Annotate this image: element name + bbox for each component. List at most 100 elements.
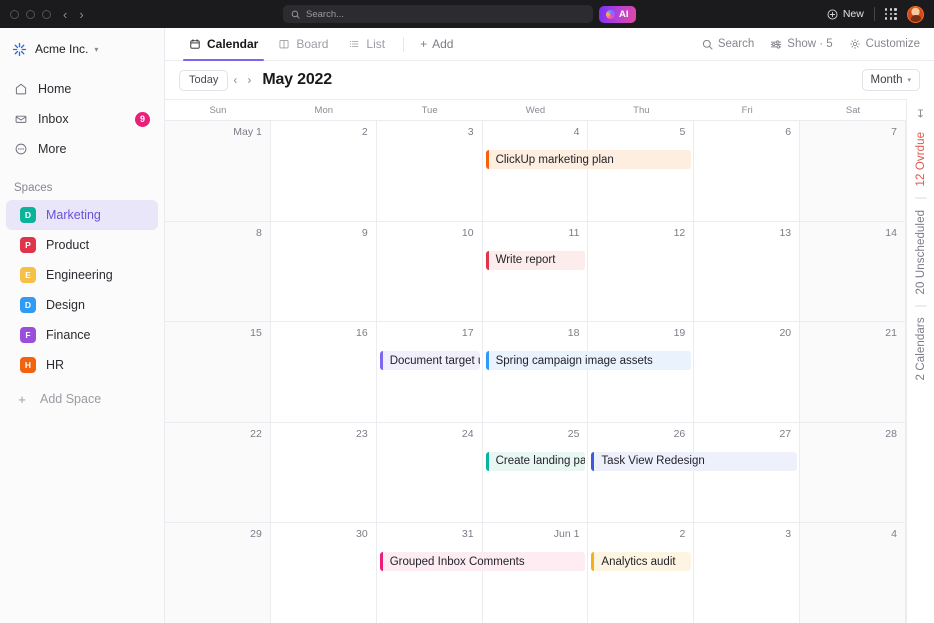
day-number: 30 [356, 528, 368, 541]
dow-label: Thu [633, 104, 650, 116]
calendar-event[interactable]: Create landing page [485, 451, 586, 471]
global-search-input[interactable]: Search... [283, 5, 593, 23]
window-close-button[interactable] [10, 9, 19, 19]
calendar-day-cell[interactable]: 3 [377, 121, 483, 221]
calendar-day-cell[interactable]: 24 [377, 422, 483, 523]
calendar-day-cell[interactable]: 11 [483, 221, 589, 322]
global-search-placeholder: Search... [306, 8, 345, 20]
calendar-day-cell[interactable]: 20 [694, 322, 801, 422]
window-maximize-button[interactable] [42, 9, 51, 19]
calendar-day-cell[interactable]: 5 [588, 121, 695, 221]
calendar-day-cell[interactable]: 29 [165, 523, 271, 623]
next-month-button[interactable]: › [242, 73, 256, 87]
sidebar-item-inbox[interactable]: Inbox 9 [0, 104, 164, 134]
forward-icon[interactable]: › [79, 7, 83, 22]
dow-label: Sun [209, 104, 227, 116]
new-button-label: New [842, 8, 864, 20]
calendar-event[interactable]: Document target users [379, 351, 480, 371]
event-title: Task View Redesign [601, 455, 705, 468]
sidebar-item-home[interactable]: Home [0, 74, 164, 104]
space-label: Finance [46, 328, 91, 342]
tab-list[interactable]: List [338, 28, 395, 61]
window-controls[interactable] [10, 9, 51, 19]
tab-label: List [366, 37, 386, 51]
collapse-panel-icon[interactable]: ↦ [914, 109, 927, 118]
calendar-event[interactable]: Analytics audit [591, 552, 692, 572]
calendar-event[interactable]: Task View Redesign [591, 451, 798, 471]
calendar-event[interactable]: Write report [485, 250, 586, 270]
calendar-day-cell[interactable]: 3 [694, 523, 801, 623]
calendar-day-cell[interactable]: 23 [271, 422, 377, 523]
calendar-day-cell[interactable]: 26 [588, 422, 695, 523]
calendar-day-cell[interactable]: 6 [694, 121, 801, 221]
apps-grid-icon[interactable] [884, 7, 897, 21]
view-mode-select[interactable]: Month ▾ [861, 69, 920, 91]
calendar-day-cell[interactable]: 22 [165, 422, 271, 523]
show-filters-button[interactable]: Show · 5 [770, 38, 833, 50]
calendar-event[interactable]: ClickUp marketing plan [485, 150, 692, 169]
sidebar-space-design[interactable]: D Design [6, 290, 158, 320]
calendar-day-cell[interactable]: 15 [165, 322, 271, 422]
add-space-button[interactable]: + Add Space [0, 384, 164, 414]
calendar-day-cell[interactable]: 25 [483, 422, 589, 523]
calendar-day-cell[interactable]: Jun 1 [483, 523, 589, 623]
view-mode-label: Month [870, 74, 903, 86]
calendar-day-cell[interactable]: 30 [271, 523, 377, 623]
sidebar-space-marketing[interactable]: D Marketing [6, 200, 158, 230]
calendar-day-cell[interactable]: 16 [271, 322, 377, 422]
rail-calendars-count[interactable]: 2 Calendars [915, 317, 927, 380]
calendar-day-cell[interactable]: 7 [800, 121, 906, 221]
rail-unscheduled-count[interactable]: 20 Unscheduled [915, 210, 927, 295]
calendar-day-cell[interactable]: 28 [800, 422, 906, 523]
sidebar-space-engineering[interactable]: E Engineering [6, 260, 158, 290]
calendar-day-cell[interactable]: 4 [483, 121, 589, 221]
add-view-button[interactable]: + Add [412, 37, 461, 51]
new-button[interactable]: New [827, 8, 864, 20]
customize-button[interactable]: Customize [849, 38, 920, 50]
calendar-day-cell[interactable]: 4 [800, 523, 906, 623]
calendar-day-cell[interactable]: 31 [377, 523, 483, 623]
calendar-day-cell[interactable]: May 1 [165, 121, 271, 221]
day-number: 23 [356, 427, 368, 440]
chevron-down-icon[interactable]: ▾ [94, 45, 98, 54]
window-minimize-button[interactable] [26, 9, 35, 19]
user-avatar[interactable] [907, 5, 924, 23]
space-avatar: E [20, 267, 36, 283]
calendar-day-cell[interactable]: 2 [588, 523, 695, 623]
calendar-day-cell[interactable]: 19 [588, 322, 695, 422]
calendar-day-cell[interactable]: 8 [165, 221, 271, 322]
sidebar-item-more[interactable]: More [0, 134, 164, 164]
event-title: Document target users [389, 354, 480, 367]
sidebar-space-product[interactable]: P Product [6, 230, 158, 260]
day-number: 12 [673, 226, 686, 239]
tab-board[interactable]: Board [268, 28, 338, 61]
prev-month-button[interactable]: ‹ [228, 73, 242, 87]
calendar-day-cell[interactable]: 2 [271, 121, 377, 221]
browser-nav[interactable]: ‹ › [63, 7, 84, 22]
calendar-day-cell[interactable]: 17 [377, 322, 483, 422]
rail-overdue-count[interactable]: 12 Ovrdue [915, 132, 927, 187]
day-number: 2 [679, 528, 686, 541]
today-button[interactable]: Today [179, 69, 229, 91]
calendar-day-cell[interactable]: 13 [694, 221, 801, 322]
calendar-day-cell[interactable]: 21 [800, 322, 906, 422]
view-search-button[interactable]: Search [702, 38, 754, 50]
sidebar-space-hr[interactable]: H HR [6, 350, 158, 380]
tab-calendar[interactable]: Calendar [179, 28, 268, 61]
main-content: Calendar Board List + Add Search Show · … [165, 28, 934, 623]
calendar-event[interactable]: Grouped Inbox Comments [379, 552, 586, 572]
sidebar-space-finance[interactable]: F Finance [6, 320, 158, 350]
back-icon[interactable]: ‹ [63, 7, 67, 22]
calendar-day-cell[interactable]: 18 [483, 322, 589, 422]
calendar-week-row: 22 23 24 25 26 27 28 Create landing page Task Vi… [165, 421, 906, 523]
calendar-event[interactable]: Spring campaign image assets [485, 351, 692, 371]
ai-button[interactable]: AI [599, 5, 636, 23]
calendar-day-cell[interactable]: 9 [271, 221, 377, 322]
calendar-day-cell[interactable]: 12 [588, 221, 695, 322]
calendar-day-cell[interactable]: 27 [694, 422, 801, 523]
day-number: 28 [885, 427, 897, 440]
calendar-day-cell[interactable]: 14 [800, 221, 906, 322]
calendar-day-cell[interactable]: 10 [377, 221, 483, 322]
day-number: 21 [885, 327, 897, 340]
workspace-switcher[interactable]: Acme Inc. ▾ [0, 35, 164, 63]
